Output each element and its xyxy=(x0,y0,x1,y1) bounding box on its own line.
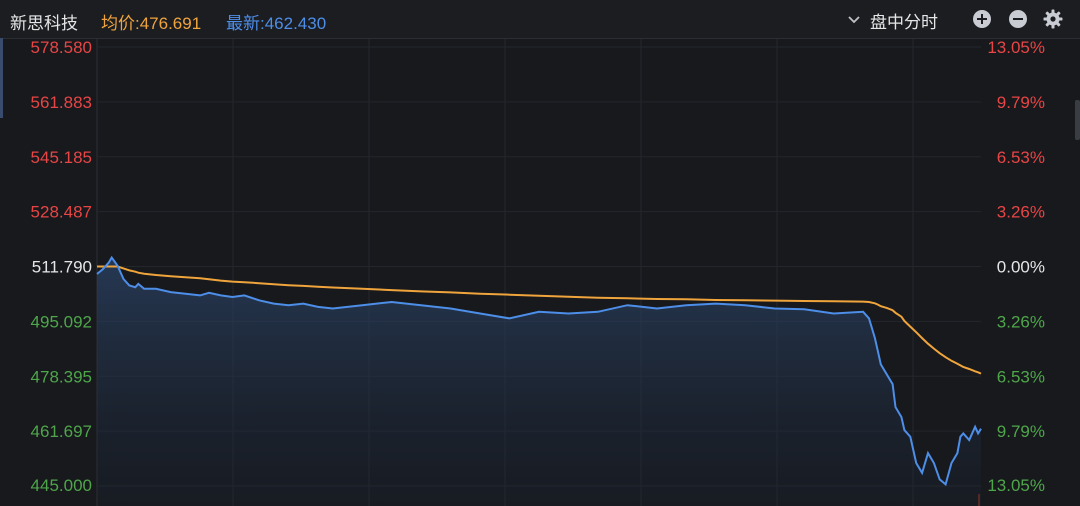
percent-tick-label: 0.00% xyxy=(997,258,1045,277)
chart-header: 新思科技 均价:476.691 最新:462.430 盘中分时 xyxy=(0,0,1080,39)
price-tick-label: 511.790 xyxy=(32,258,92,277)
stock-name: 新思科技 xyxy=(10,14,78,33)
percent-axis-labels: 13.05% 9.79% 6.53% 3.26% 0.00% 3.26% 6.53% 9.79… xyxy=(987,39,1045,495)
price-axis-labels: 578.580 561.883 545.185 528.487 511.790 495.0… xyxy=(31,39,92,495)
percent-tick-label: 13.05% xyxy=(987,476,1045,495)
percent-tick-label: 9.79% xyxy=(997,422,1045,441)
percent-tick-label: 6.53% xyxy=(997,148,1045,167)
price-tick-label: 528.487 xyxy=(31,203,92,222)
latest-price-readout: 最新:462.430 xyxy=(226,14,327,33)
price-tick-label: 478.395 xyxy=(31,367,92,386)
price-tick-label: 461.697 xyxy=(31,422,92,441)
plus-circle-icon[interactable] xyxy=(972,9,992,29)
price-tick-label: 578.580 xyxy=(31,39,92,57)
price-tick-label: 445.000 xyxy=(31,476,92,495)
average-price-readout: 均价:476.691 xyxy=(101,14,202,33)
percent-tick-label: 3.26% xyxy=(997,312,1045,331)
price-tick-label: 545.185 xyxy=(31,148,92,167)
chart-mode-label: 盘中分时 xyxy=(870,12,938,32)
chart-mode-dropdown[interactable]: 盘中分时 xyxy=(846,8,938,32)
price-tick-label: 561.883 xyxy=(31,93,92,112)
price-tick-label: 495.092 xyxy=(31,312,92,331)
chevron-down-icon xyxy=(848,16,860,24)
percent-tick-label: 3.26% xyxy=(997,203,1045,222)
gear-icon[interactable] xyxy=(1043,9,1063,29)
minus-circle-icon[interactable] xyxy=(1008,9,1028,29)
intraday-chart: 578.580 561.883 545.185 528.487 511.790 495.0… xyxy=(31,39,1045,506)
percent-tick-label: 9.79% xyxy=(997,93,1045,112)
percent-tick-label: 6.53% xyxy=(997,367,1045,386)
percent-tick-label: 13.05% xyxy=(987,39,1045,57)
